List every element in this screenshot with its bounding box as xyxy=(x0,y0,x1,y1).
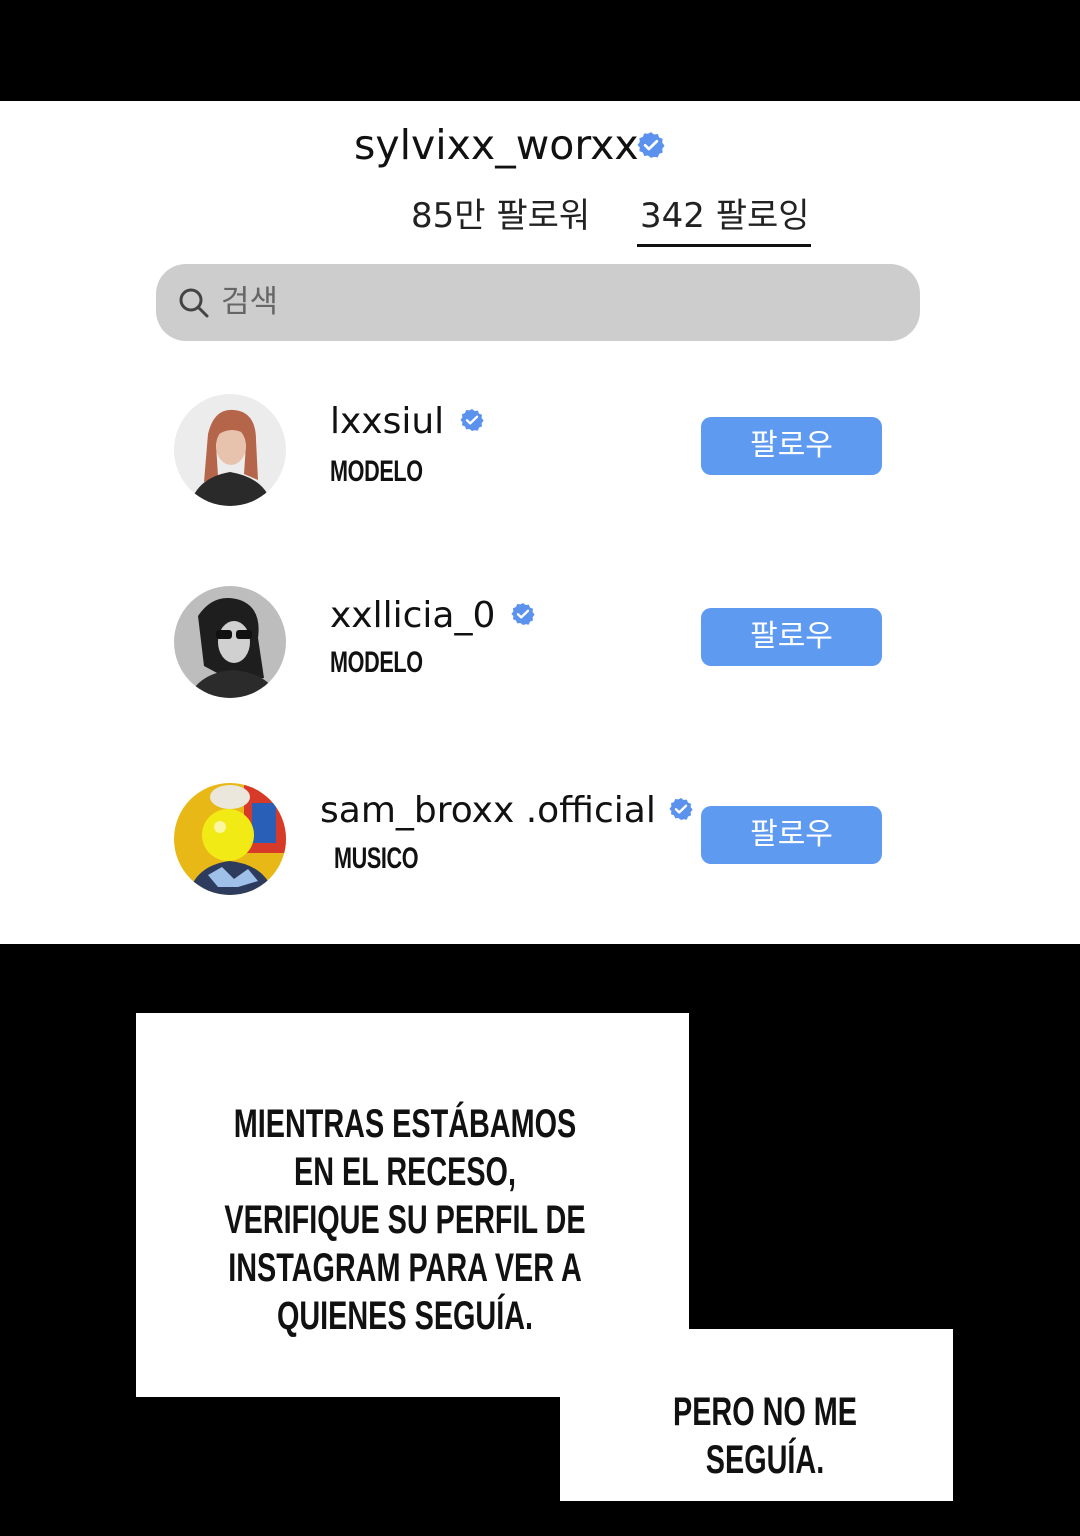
follow-button[interactable]: 팔로우 xyxy=(701,608,882,666)
list-item-role: MODELO xyxy=(330,646,423,679)
avatar[interactable] xyxy=(174,783,286,895)
list-item-role: MODELO xyxy=(330,455,423,488)
avatar[interactable] xyxy=(174,586,286,698)
profile-username: sylvixx_worxx xyxy=(354,121,639,169)
search-placeholder: 검색 xyxy=(221,284,279,320)
caption-text: MIENTRAS ESTÁBAMOS EN EL RECESO, VERIFIQ… xyxy=(224,1102,586,1338)
list-item-username[interactable]: lxxsiul xyxy=(330,400,484,444)
caption-text: PERO NO ME SEGUÍA. xyxy=(672,1390,858,1482)
list-item-username[interactable]: xxllicia_0 xyxy=(330,594,535,638)
follow-button[interactable]: 팔로우 xyxy=(701,417,882,475)
verified-badge-icon xyxy=(511,603,535,625)
username-text[interactable]: lxxsiul xyxy=(330,401,444,442)
verified-badge-icon xyxy=(637,132,665,158)
list-item-username[interactable]: sam_broxx .official xyxy=(320,789,693,833)
username-text[interactable]: sam_broxx .official xyxy=(320,790,656,831)
username-text[interactable]: xxllicia_0 xyxy=(330,595,495,636)
profile-header: sylvixx_worxx xyxy=(354,120,665,170)
list-item-role: MUSICO xyxy=(334,842,419,875)
search-icon xyxy=(179,288,209,318)
active-tab-indicator xyxy=(637,244,811,247)
tab-followers[interactable]: 85만 팔로워 xyxy=(411,194,590,238)
follow-button[interactable]: 팔로우 xyxy=(701,806,882,864)
tab-following[interactable]: 342 팔로잉 xyxy=(640,194,810,238)
avatar[interactable] xyxy=(174,394,286,506)
verified-badge-icon xyxy=(669,798,693,820)
verified-badge-icon xyxy=(460,409,484,431)
